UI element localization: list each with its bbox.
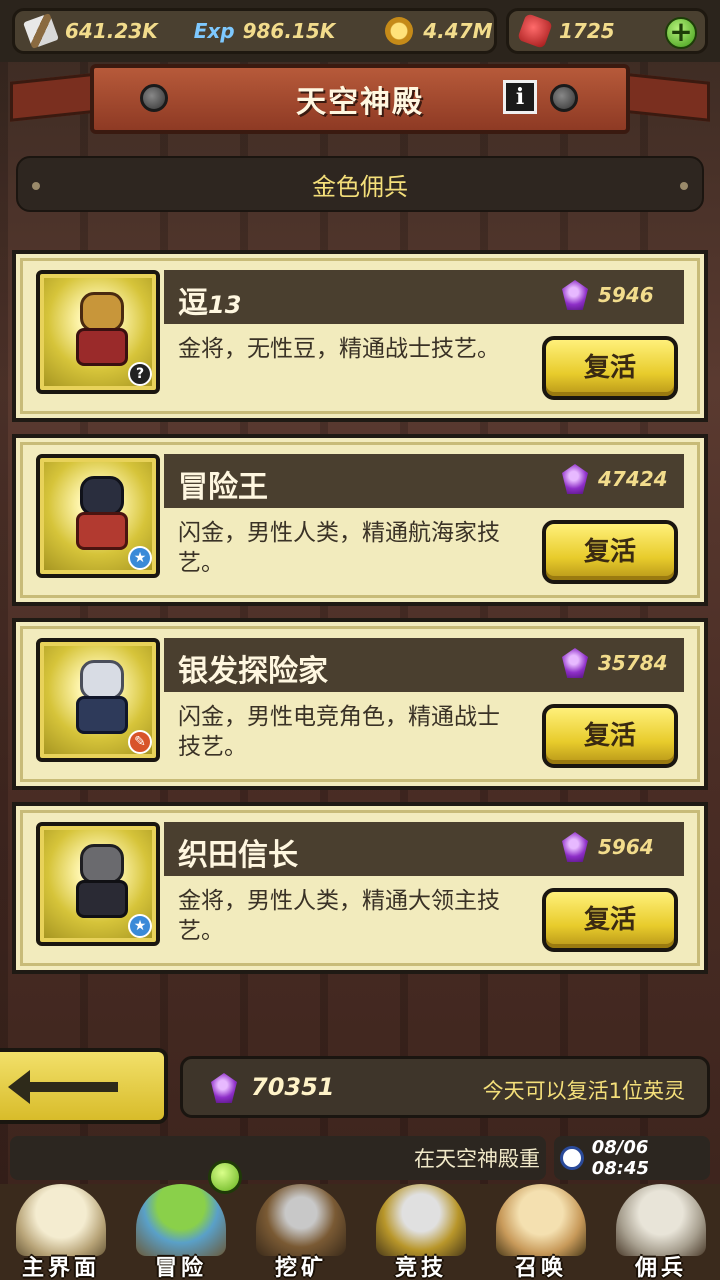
island-icon — [136, 1184, 226, 1256]
gem-icon — [562, 832, 588, 862]
gold-value: 4.47M — [423, 19, 493, 43]
hero-name-number: 13 — [208, 291, 242, 319]
revive-limit-note: 今天可以复活1位英灵 — [482, 1079, 685, 1103]
add-ruby-button[interactable]: + — [665, 17, 697, 49]
sword-icon — [23, 13, 59, 49]
hero-portrait[interactable]: ✎ — [36, 638, 160, 762]
hero-description: 闪金，男性人类，精通航海家技艺。 — [178, 520, 500, 576]
map-scroll-icon — [16, 1184, 106, 1256]
hero-sprite-icon — [70, 476, 134, 558]
ruby-icon — [517, 13, 553, 49]
gem-icon — [562, 464, 588, 494]
revive-button[interactable]: 复活 — [542, 520, 678, 584]
hero-description: 闪金，男性电竞角色，精通战士技艺。 — [178, 704, 500, 760]
hero-sprite-icon — [70, 660, 134, 742]
power-value: 641.23K — [65, 19, 158, 43]
nav-label: 主界面 — [21, 1256, 100, 1280]
ruby-panel: 1725 + — [506, 8, 708, 54]
hero-name: 织田信长 — [178, 830, 298, 874]
hero-name: 逗13 — [178, 278, 241, 322]
hero-description: 金将，男性人类，精通大领主技艺。 — [178, 888, 500, 944]
hero-card: ✎ 银发探险家 35784 闪金，男性电竞角色，精通战士技艺。 复活 — [12, 618, 708, 790]
cost-value: 47424 — [598, 467, 668, 491]
hero-card: ? 逗13 5946 金将，无性豆，精通战士技艺。 复活 — [12, 250, 708, 422]
hero-name-text: 冒险王 — [178, 470, 268, 505]
revive-cost: 5946 — [562, 280, 654, 310]
rivet-icon — [550, 84, 578, 112]
revive-button[interactable]: 复活 — [542, 704, 678, 768]
nav-mining[interactable]: 挖矿 — [242, 1178, 360, 1280]
scroll-icon — [496, 1184, 586, 1256]
nav-mercenary[interactable]: 佣兵 — [602, 1178, 720, 1280]
tent-icon — [616, 1184, 706, 1256]
currency-panel: 641.23K Exp 986.15K 4.47M — [12, 8, 497, 54]
gold-coin-icon — [385, 17, 414, 45]
revive-cost: 35784 — [562, 648, 668, 678]
star-badge-icon: ★ — [128, 914, 152, 938]
nav-summon[interactable]: 召唤 — [482, 1178, 600, 1280]
nav-label: 竞技 — [394, 1256, 447, 1280]
gem-icon — [562, 648, 588, 678]
news-ticker: 在天空神殿重 — [10, 1136, 546, 1180]
resource-bar: 641.23K Exp 986.15K 4.47M 1725 + — [0, 0, 720, 62]
nav-label: 冒险 — [154, 1256, 207, 1280]
exp-icon: Exp — [193, 19, 235, 43]
gem-icon — [211, 1073, 237, 1103]
ticker-text: 在天空神殿重 — [414, 1147, 540, 1171]
hero-name-text: 银发探险家 — [178, 654, 328, 689]
nav-home[interactable]: 主界面 — [2, 1178, 120, 1280]
hero-name: 银发探险家 — [178, 646, 328, 690]
nav-label: 佣兵 — [634, 1256, 687, 1280]
gem-total: 70351 — [251, 1073, 335, 1101]
clock: 08/06 08:45 — [554, 1136, 710, 1180]
title-banner: 天空神殿 — [90, 64, 630, 134]
cost-value: 5964 — [598, 835, 654, 859]
hero-name: 冒险王 — [178, 462, 268, 506]
revive-button[interactable]: 复活 — [542, 888, 678, 952]
star-badge-icon: ★ — [128, 546, 152, 570]
revive-button[interactable]: 复活 — [542, 336, 678, 400]
cost-value: 5946 — [598, 283, 654, 307]
back-arrow-icon — [8, 1070, 118, 1104]
hero-description: 金将，无性豆，精通战士技艺。 — [178, 336, 500, 362]
gem-icon — [562, 280, 588, 310]
dot-icon — [680, 182, 688, 190]
nav-label: 召唤 — [514, 1256, 567, 1280]
cost-value: 35784 — [598, 651, 668, 675]
clock-time: 08/06 08:45 — [591, 1137, 649, 1179]
hero-portrait[interactable]: ? — [36, 270, 160, 394]
page-title: 天空神殿 — [296, 85, 424, 120]
clock-icon — [560, 1146, 584, 1170]
gem-status-bar: 70351 今天可以复活1位英灵 — [180, 1056, 710, 1118]
section-header: 金色佣兵 — [16, 156, 704, 212]
rivet-icon — [140, 84, 168, 112]
info-button[interactable]: i — [503, 80, 537, 114]
hero-card: ★ 织田信长 5964 金将，男性人类，精通大领主技艺。 复活 — [12, 802, 708, 974]
back-button[interactable] — [0, 1048, 168, 1124]
exp-value: 986.15K — [242, 19, 336, 43]
wrench-badge-icon: ✎ — [128, 730, 152, 754]
pickaxe-icon — [256, 1184, 346, 1256]
dot-icon — [32, 182, 40, 190]
hero-name-text: 织田信长 — [178, 838, 298, 873]
hero-sprite-icon — [70, 292, 134, 374]
hero-card: ★ 冒险王 47424 闪金，男性人类，精通航海家技艺。 复活 — [12, 434, 708, 606]
help-badge-icon: ? — [128, 362, 152, 386]
revive-cost: 47424 — [562, 464, 668, 494]
hero-sprite-icon — [70, 844, 134, 926]
nav-label: 挖矿 — [274, 1256, 327, 1280]
hero-portrait[interactable]: ★ — [36, 822, 160, 946]
hero-portrait[interactable]: ★ — [36, 454, 160, 578]
hero-name-text: 逗 — [178, 286, 208, 321]
crossed-swords-icon — [376, 1184, 466, 1256]
notification-dot-icon — [208, 1160, 242, 1194]
ruby-value: 1725 — [559, 19, 615, 43]
revive-cost: 5964 — [562, 832, 654, 862]
section-title: 金色佣兵 — [312, 172, 408, 201]
nav-arena[interactable]: 竞技 — [362, 1178, 480, 1280]
